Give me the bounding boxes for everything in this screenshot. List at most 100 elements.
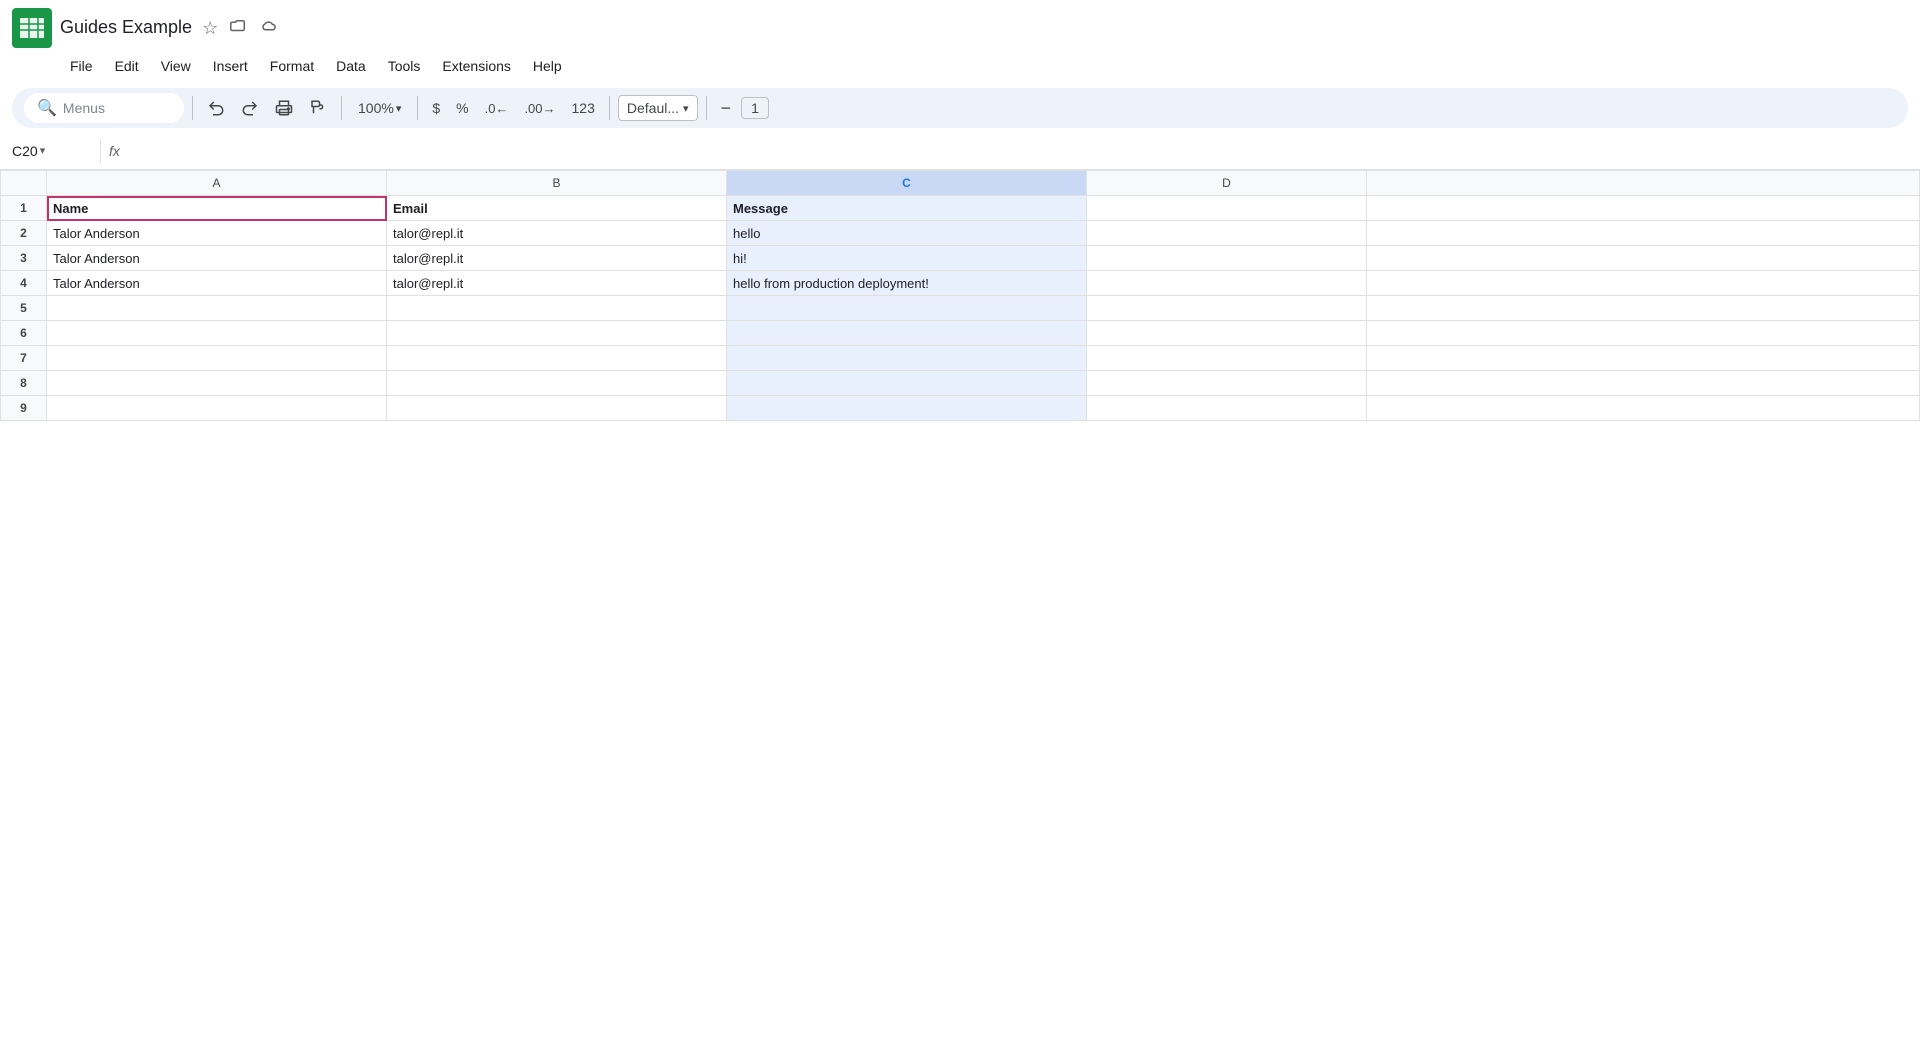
toolbar-divider-4 (609, 96, 610, 120)
print-button[interactable] (269, 94, 299, 122)
col-header-A[interactable]: A (47, 171, 387, 196)
row-number: 8 (1, 371, 47, 396)
decimal-more-button[interactable]: .00→ (518, 97, 561, 120)
formula-divider (100, 139, 101, 163)
cell-3-E[interactable] (1367, 246, 1920, 271)
cell-7-A[interactable] (47, 346, 387, 371)
cell-2-A[interactable]: Talor Anderson (47, 221, 387, 246)
doc-title[interactable]: Guides Example (60, 17, 192, 39)
toolbar-divider-1 (192, 96, 193, 120)
font-format-button[interactable]: Defaul... ▾ (618, 95, 698, 121)
cell-1-C[interactable]: Message (727, 196, 1087, 221)
cell-3-B[interactable]: talor@repl.it (387, 246, 727, 271)
cloud-icon[interactable] (258, 15, 280, 42)
cell-6-E[interactable] (1367, 321, 1920, 346)
table-row: 7 (1, 346, 1920, 371)
font-format-label: Defaul... (627, 100, 679, 116)
folder-icon[interactable] (228, 15, 250, 42)
table-row: 1NameEmailMessage (1, 196, 1920, 221)
cell-6-A[interactable] (47, 321, 387, 346)
cell-9-E[interactable] (1367, 396, 1920, 421)
table-row: 4Talor Andersontalor@repl.ithello from p… (1, 271, 1920, 296)
currency-button[interactable]: $ (426, 96, 446, 120)
cell-1-A[interactable]: Name (47, 196, 387, 221)
top-bar: Guides Example ☆ (0, 0, 1920, 52)
cell-8-D[interactable] (1087, 371, 1367, 396)
paint-format-button[interactable] (303, 94, 333, 122)
decimal-less-button[interactable]: .0← (479, 97, 515, 120)
menu-tools[interactable]: Tools (378, 54, 431, 78)
cell-5-B[interactable] (387, 296, 727, 321)
cell-4-E[interactable] (1367, 271, 1920, 296)
cell-7-C[interactable] (727, 346, 1087, 371)
app-logo (12, 8, 52, 48)
cell-6-D[interactable] (1087, 321, 1367, 346)
cell-9-D[interactable] (1087, 396, 1367, 421)
row-number: 4 (1, 271, 47, 296)
row-number: 7 (1, 346, 47, 371)
col-header-E[interactable] (1367, 171, 1920, 196)
spreadsheet-container[interactable]: A B C D 1NameEmailMessage2Talor Anderson… (0, 170, 1920, 1050)
font-size-minus-button[interactable]: − (715, 96, 738, 121)
cell-1-D[interactable] (1087, 196, 1367, 221)
cell-7-D[interactable] (1087, 346, 1367, 371)
cell-5-C[interactable] (727, 296, 1087, 321)
column-header-row: A B C D (1, 171, 1920, 196)
cell-6-C[interactable] (727, 321, 1087, 346)
cell-9-C[interactable] (727, 396, 1087, 421)
percent-button[interactable]: % (450, 96, 474, 120)
col-header-D[interactable]: D (1087, 171, 1367, 196)
cell-1-E[interactable] (1367, 196, 1920, 221)
redo-button[interactable] (235, 94, 265, 122)
cell-reference[interactable]: C20 ▾ (12, 143, 92, 159)
search-box[interactable]: 🔍 Menus (24, 93, 184, 123)
cell-5-A[interactable] (47, 296, 387, 321)
cell-8-E[interactable] (1367, 371, 1920, 396)
cell-3-A[interactable]: Talor Anderson (47, 246, 387, 271)
formula-bar: C20 ▾ fx (0, 132, 1920, 170)
cell-8-B[interactable] (387, 371, 727, 396)
cell-4-D[interactable] (1087, 271, 1367, 296)
search-placeholder: Menus (63, 100, 105, 116)
table-row: 6 (1, 321, 1920, 346)
table-row: 5 (1, 296, 1920, 321)
cell-8-C[interactable] (727, 371, 1087, 396)
cell-8-A[interactable] (47, 371, 387, 396)
cell-7-B[interactable] (387, 346, 727, 371)
number-format-button[interactable]: 123 (566, 96, 601, 120)
cell-2-B[interactable]: talor@repl.it (387, 221, 727, 246)
cell-5-E[interactable] (1367, 296, 1920, 321)
row-number: 1 (1, 196, 47, 221)
cell-ref-dropdown-icon[interactable]: ▾ (40, 144, 46, 157)
menu-data[interactable]: Data (326, 54, 376, 78)
cell-1-B[interactable]: Email (387, 196, 727, 221)
cell-4-A[interactable]: Talor Anderson (47, 271, 387, 296)
cell-3-C[interactable]: hi! (727, 246, 1087, 271)
row-number: 6 (1, 321, 47, 346)
cell-2-D[interactable] (1087, 221, 1367, 246)
cell-4-C[interactable]: hello from production deployment! (727, 271, 1087, 296)
menu-edit[interactable]: Edit (105, 54, 149, 78)
menu-format[interactable]: Format (260, 54, 324, 78)
cell-6-B[interactable] (387, 321, 727, 346)
col-header-C[interactable]: C (727, 171, 1087, 196)
font-size-input[interactable]: 1 (741, 97, 769, 119)
cell-4-B[interactable]: talor@repl.it (387, 271, 727, 296)
star-icon[interactable]: ☆ (200, 16, 220, 41)
menu-view[interactable]: View (151, 54, 201, 78)
menu-extensions[interactable]: Extensions (432, 54, 520, 78)
menu-insert[interactable]: Insert (203, 54, 258, 78)
menu-bar: File Edit View Insert Format Data Tools … (0, 52, 1920, 84)
undo-button[interactable] (201, 94, 231, 122)
cell-7-E[interactable] (1367, 346, 1920, 371)
menu-help[interactable]: Help (523, 54, 572, 78)
zoom-selector[interactable]: 100% ▾ (350, 96, 409, 120)
menu-file[interactable]: File (60, 54, 103, 78)
cell-9-A[interactable] (47, 396, 387, 421)
cell-2-C[interactable]: hello (727, 221, 1087, 246)
cell-5-D[interactable] (1087, 296, 1367, 321)
col-header-B[interactable]: B (387, 171, 727, 196)
cell-2-E[interactable] (1367, 221, 1920, 246)
cell-3-D[interactable] (1087, 246, 1367, 271)
cell-9-B[interactable] (387, 396, 727, 421)
